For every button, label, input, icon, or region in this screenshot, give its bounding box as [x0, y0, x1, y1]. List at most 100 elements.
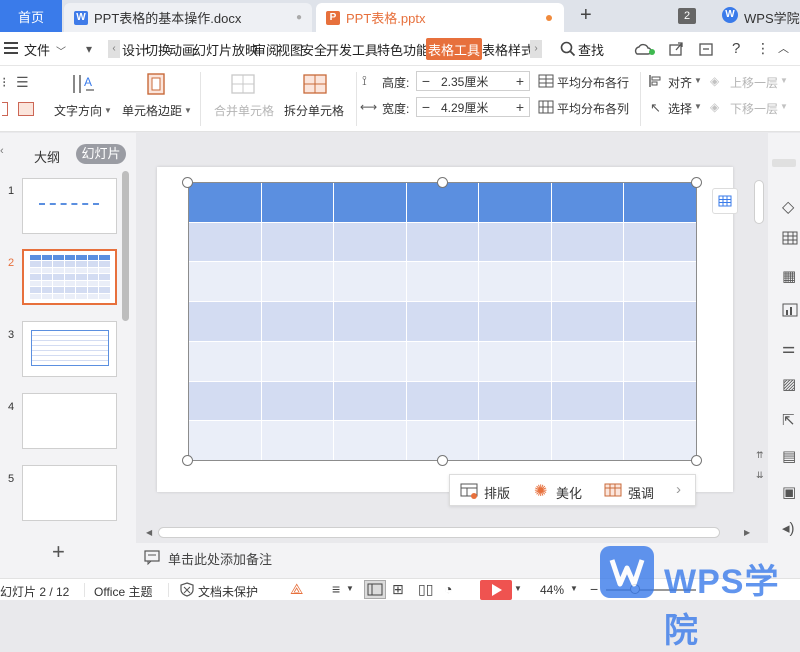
tab-doc-dot[interactable]: ●: [296, 12, 302, 23]
table-cell[interactable]: [261, 341, 334, 381]
table-header-cell[interactable]: [76, 255, 87, 261]
right-toolbar-handle[interactable]: [772, 159, 796, 167]
table-cell[interactable]: [624, 381, 696, 421]
table-cell[interactable]: [551, 381, 624, 421]
table-header-cell[interactable]: [53, 255, 64, 261]
cell-margin-dropdown-icon[interactable]: ▼: [184, 106, 192, 115]
table-header-cell[interactable]: [624, 183, 696, 222]
table-cell[interactable]: [76, 261, 87, 267]
table-header-cell[interactable]: [99, 255, 110, 261]
width-value[interactable]: 4.29厘米: [435, 99, 511, 116]
table-cell[interactable]: [41, 293, 53, 299]
table-cell[interactable]: [87, 274, 99, 280]
scroll-left-icon[interactable]: ‹: [108, 40, 120, 58]
height-increase-button[interactable]: +: [511, 73, 529, 89]
table-cell[interactable]: [189, 222, 261, 262]
menu-table-tools[interactable]: 表格工具: [426, 38, 483, 60]
table-cell[interactable]: [87, 261, 99, 267]
table-cell[interactable]: [41, 261, 53, 267]
bring-forward-button[interactable]: 上移一层: [730, 74, 778, 91]
table-cell[interactable]: [479, 222, 551, 262]
table-cell[interactable]: [30, 267, 41, 274]
tab-doc[interactable]: W PPT表格的基本操作.docx ●: [64, 3, 312, 32]
table-cell[interactable]: [624, 302, 696, 341]
border-left-icon[interactable]: [2, 102, 8, 116]
paragraph-icon[interactable]: ☰: [16, 74, 29, 91]
shape-icon[interactable]: ◇: [782, 197, 794, 217]
chevron-right-icon[interactable]: ›: [676, 481, 681, 498]
table-cell[interactable]: [53, 280, 64, 287]
table-cell[interactable]: [64, 267, 76, 274]
beautify-status-icon[interactable]: ⟁: [290, 581, 303, 598]
table-cell[interactable]: [41, 287, 53, 293]
play-slideshow-button[interactable]: [480, 580, 512, 600]
beautify-button[interactable]: 美化: [556, 483, 582, 502]
table-cell[interactable]: [64, 293, 76, 299]
height-decrease-button[interactable]: −: [417, 73, 435, 89]
table-cell[interactable]: [551, 421, 624, 460]
table-cell[interactable]: [99, 287, 110, 293]
table-cell[interactable]: [64, 274, 76, 280]
table-cell[interactable]: [87, 280, 99, 287]
table-cell[interactable]: [99, 280, 110, 287]
sorter-view-icon[interactable]: ⊞: [392, 581, 404, 598]
share-out-icon[interactable]: ⇱: [782, 411, 795, 429]
fill-color-icon[interactable]: [18, 102, 34, 116]
table-cell[interactable]: [41, 267, 53, 274]
search-icon[interactable]: [560, 41, 576, 57]
align-button[interactable]: 对齐: [668, 74, 692, 91]
table-header-cell[interactable]: [30, 255, 41, 261]
table-cell[interactable]: [87, 287, 99, 293]
picture-icon[interactable]: ▨: [782, 375, 796, 393]
table-cell[interactable]: [41, 274, 53, 280]
height-value[interactable]: 2.35厘米: [435, 73, 511, 90]
table-cell[interactable]: [30, 287, 41, 293]
width-decrease-button[interactable]: −: [417, 99, 435, 115]
table-cell[interactable]: [76, 267, 87, 274]
slide-counter[interactable]: 幻灯片 2 / 12: [0, 583, 69, 600]
table-cell[interactable]: [99, 274, 110, 280]
align-list-icon[interactable]: ⁝: [2, 74, 6, 91]
notes-placeholder[interactable]: 单击此处添加备注: [168, 549, 272, 568]
normal-view-button[interactable]: [364, 580, 386, 599]
table-cell[interactable]: [551, 262, 624, 302]
resize-handle-bottom-left[interactable]: [182, 455, 193, 466]
slide-thumbnail-2[interactable]: [22, 249, 117, 305]
scroll-right-arrow-icon[interactable]: ▶: [744, 528, 750, 537]
vertical-scrollbar-thumb[interactable]: [754, 180, 764, 224]
grid-icon[interactable]: ▦: [782, 267, 796, 285]
settings-sliders-icon[interactable]: ⚌: [782, 339, 795, 357]
menu-developer[interactable]: 开发工具: [326, 32, 378, 66]
menu-view[interactable]: 视图: [277, 32, 303, 66]
table-cell[interactable]: [99, 267, 110, 274]
table-cell[interactable]: [624, 262, 696, 302]
document-icon[interactable]: ▤: [782, 447, 796, 465]
align-dropdown-icon[interactable]: ▼: [694, 76, 702, 85]
table-cell[interactable]: [551, 222, 624, 262]
zoom-dropdown-icon[interactable]: ▼: [570, 584, 578, 593]
bring-forward-dropdown-icon[interactable]: ▼: [780, 76, 788, 85]
table-header-cell[interactable]: [87, 255, 99, 261]
table-header-cell[interactable]: [64, 255, 76, 261]
table-cell[interactable]: [334, 262, 406, 302]
table-header-cell[interactable]: [406, 183, 479, 222]
table-cell[interactable]: [261, 421, 334, 460]
table-cell[interactable]: [406, 381, 479, 421]
table-cell[interactable]: [87, 293, 99, 299]
table-cell[interactable]: [479, 381, 551, 421]
table-cell[interactable]: [624, 341, 696, 381]
table-cell[interactable]: [189, 262, 261, 302]
table-cell[interactable]: [261, 302, 334, 341]
prev-slide-icon[interactable]: ⇈: [756, 450, 764, 461]
table-header-cell[interactable]: [334, 183, 406, 222]
table-cell[interactable]: [87, 267, 99, 274]
layout-button[interactable]: 排版: [484, 483, 510, 502]
table-cell[interactable]: [76, 293, 87, 299]
window-count-badge[interactable]: 2: [678, 8, 696, 24]
table-cell[interactable]: [406, 341, 479, 381]
table-cell[interactable]: [479, 341, 551, 381]
menu-features[interactable]: 特色功能: [377, 32, 429, 66]
send-backward-dropdown-icon[interactable]: ▼: [780, 102, 788, 111]
add-slide-button[interactable]: +: [52, 539, 65, 565]
help-icon[interactable]: ?: [732, 40, 740, 57]
